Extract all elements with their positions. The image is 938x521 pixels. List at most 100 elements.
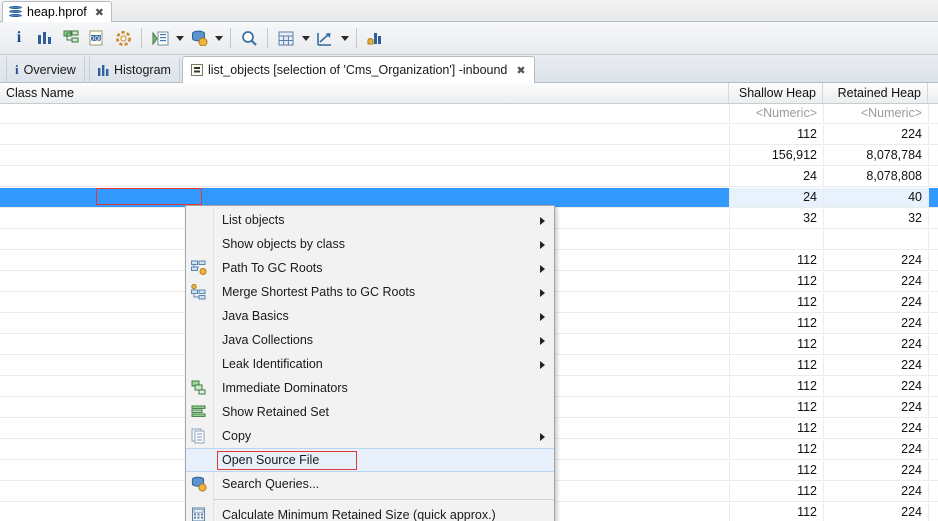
table-row[interactable]: [] [12877] java.lang.Object[39224] @ 0x6… [0, 146, 938, 166]
row-spacer [928, 419, 938, 438]
query-browser-icon[interactable] [186, 25, 212, 51]
cell-retained-heap [823, 230, 928, 249]
retained-set-icon [191, 404, 207, 420]
submenu-arrow-icon [540, 289, 545, 297]
dominator-tree-icon[interactable] [58, 25, 84, 51]
tab-list-objects[interactable]: list_objects [selection of 'Cms_Organiza… [182, 56, 535, 84]
row-spacer [928, 251, 938, 270]
menu-item-label: Leak Identification [222, 357, 323, 371]
open-chart-icon[interactable] [362, 25, 388, 51]
toolbar-separator-3 [267, 28, 268, 48]
cell-shallow-heap: 112 [729, 503, 823, 521]
oql-icon[interactable]: OQL [84, 25, 110, 51]
cell-retained-heap: 8,078,808 [823, 167, 928, 186]
menu-item-path-to-gc-roots[interactable]: Path To GC Roots [186, 256, 554, 280]
row-spacer [928, 272, 938, 291]
menu-item-show-retained-set[interactable]: Show Retained Set [186, 400, 554, 424]
menu-item-label: List objects [222, 213, 285, 227]
row-spacer [928, 440, 938, 459]
cell-shallow-heap: 24 [729, 167, 823, 186]
cell-retained-heap: 224 [823, 482, 928, 501]
cell-shallow-heap: 112 [729, 377, 823, 396]
menu-item-show-objects-by-class[interactable]: Show objects by class [186, 232, 554, 256]
submenu-arrow-icon [540, 265, 545, 273]
thread-overview-dropdown-arrow[interactable] [173, 25, 186, 51]
menu-item-copy[interactable]: Copy [186, 424, 554, 448]
filter-shallow-heap[interactable]: <Numeric> [729, 104, 823, 123]
query-browser-dropdown-arrow[interactable] [212, 25, 225, 51]
menu-item-merge-shortest-paths[interactable]: Merge Shortest Paths to GC Roots [186, 280, 554, 304]
compare-snapshot-dropdown-arrow[interactable] [299, 25, 312, 51]
cell-retained-heap: 224 [823, 335, 928, 354]
find-object-icon[interactable] [236, 25, 262, 51]
thread-overview-icon[interactable] [147, 25, 173, 51]
cell-shallow-heap: 112 [729, 419, 823, 438]
overview-info-icon[interactable]: i [6, 25, 32, 51]
histogram-icon[interactable] [32, 25, 58, 51]
svg-text:OQL: OQL [90, 36, 103, 43]
cell-shallow-heap: 112 [729, 335, 823, 354]
menu-item-search-queries[interactable]: Search Queries... [186, 472, 554, 496]
row-spacer [928, 188, 938, 207]
cell-retained-heap: 224 [823, 419, 928, 438]
cell-retained-heap: 224 [823, 293, 928, 312]
row-spacer [928, 146, 938, 165]
menu-item-label: Immediate Dominators [222, 381, 348, 395]
menu-item-java-collections[interactable]: Java Collections [186, 328, 554, 352]
histogram-icon [98, 64, 109, 76]
close-icon[interactable]: ✖ [516, 64, 525, 77]
toolbar-separator-4 [356, 28, 357, 48]
close-icon[interactable]: ✖ [95, 6, 104, 19]
row-spacer [928, 377, 938, 396]
table-row[interactable]: elementData java.util.ArrayList @ 0x60d0… [0, 167, 938, 187]
cell-shallow-heap: 112 [729, 293, 823, 312]
tab-histogram[interactable]: Histogram [89, 57, 180, 83]
cell-shallow-heap: 112 [729, 398, 823, 417]
cell-shallow-heap: 24 [729, 188, 823, 207]
tab-overview[interactable]: i Overview [6, 57, 85, 83]
menu-item-label: Show Retained Set [222, 405, 330, 419]
submenu-arrow-icon [540, 337, 545, 345]
view-tab-bar: i Overview Histogram list_objects [selec… [0, 55, 938, 84]
mat-heap-analyzer-window: heap.hprof ✖ i OQL i Overview Histogram … [0, 0, 938, 521]
column-header-retained-heap[interactable]: Retained Heap [823, 83, 928, 103]
column-header-spacer [928, 83, 938, 103]
table-row[interactable]: com.whty.eop.cms.organization.domian.Cms… [0, 125, 938, 145]
cell-shallow-heap: 112 [729, 125, 823, 144]
calculator-icon [191, 507, 207, 521]
menu-item-open-source-file[interactable]: Open Source File [186, 448, 554, 472]
cell-retained-heap: 8,078,784 [823, 146, 928, 165]
menu-item-leak-identification[interactable]: Leak Identification [186, 352, 554, 376]
run-expert-system-icon[interactable] [110, 25, 136, 51]
menu-item-calculate-minimum-retained-size[interactable]: Calculate Minimum Retained Size (quick a… [186, 503, 554, 521]
cell-shallow-heap: 112 [729, 314, 823, 333]
editor-tab-heap-hprof[interactable]: heap.hprof ✖ [2, 1, 112, 22]
table-column-headers: Class Name Shallow Heap Retained Heap [0, 83, 938, 104]
row-spacer [928, 230, 938, 249]
tab-list-objects-label: list_objects [selection of 'Cms_Organiza… [208, 63, 508, 77]
toolbar-separator [141, 28, 142, 48]
menu-item-java-basics[interactable]: Java Basics [186, 304, 554, 328]
cell-retained-heap: 224 [823, 125, 928, 144]
cell-retained-heap: 224 [823, 440, 928, 459]
filter-retained-heap[interactable]: <Numeric> [823, 104, 928, 123]
heap-dump-icon [9, 5, 22, 19]
compare-snapshot-icon[interactable] [273, 25, 299, 51]
search-queries-icon [191, 476, 207, 492]
filter-row[interactable]: <Regex> <Numeric> <Numeric> [0, 104, 938, 124]
context-menu[interactable]: List objects Show objects by class Path … [185, 205, 555, 521]
column-header-shallow-heap[interactable]: Shallow Heap [729, 83, 823, 103]
column-header-class-name[interactable]: Class Name [0, 83, 729, 103]
menu-separator [214, 499, 554, 500]
menu-item-immediate-dominators[interactable]: Immediate Dominators [186, 376, 554, 400]
row-spacer [928, 398, 938, 417]
cell-shallow-heap: 112 [729, 482, 823, 501]
menu-item-label: Search Queries... [222, 477, 320, 491]
export-dropdown-arrow[interactable] [338, 25, 351, 51]
cell-retained-heap: 224 [823, 398, 928, 417]
menu-item-label: Java Basics [222, 309, 289, 323]
export-icon[interactable] [312, 25, 338, 51]
cell-retained-heap: 224 [823, 377, 928, 396]
menu-item-list-objects[interactable]: List objects [186, 208, 554, 232]
cell-retained-heap: 224 [823, 461, 928, 480]
